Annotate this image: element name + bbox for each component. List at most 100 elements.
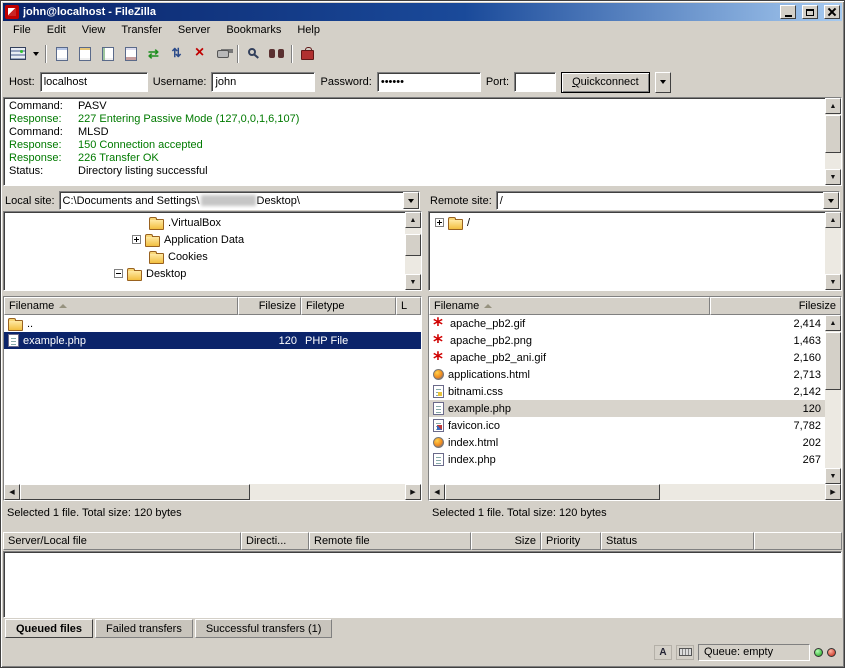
splitter-horizontal[interactable] [3, 523, 842, 532]
file-row[interactable]: apache_pb2.gif2,414 [429, 315, 825, 332]
file-row-parent-dir[interactable]: .. [4, 315, 421, 332]
file-row[interactable]: applications.html2,713 [429, 366, 825, 383]
scroll-thumb[interactable] [825, 332, 841, 390]
quickconnect-button[interactable]: Quickconnect [561, 72, 650, 93]
scroll-right-arrow[interactable] [825, 484, 841, 500]
column-header-remote-file[interactable]: Remote file [309, 532, 471, 550]
remote-site-combo[interactable]: / [496, 191, 840, 210]
refresh-button[interactable] [142, 43, 165, 65]
local-list-hscrollbar[interactable] [4, 484, 421, 500]
menu-view[interactable]: View [74, 22, 114, 39]
close-button[interactable] [824, 5, 840, 19]
css-file-icon [433, 385, 444, 398]
local-tree-scrollbar[interactable] [405, 212, 421, 290]
scroll-thumb[interactable] [825, 115, 841, 153]
maximize-button[interactable] [802, 5, 818, 19]
local-site-dropdown-button[interactable] [403, 192, 419, 209]
scroll-up-arrow[interactable] [825, 315, 841, 331]
column-header-priority[interactable]: Priority [541, 532, 601, 550]
open-site-manager-button[interactable] [296, 43, 319, 65]
password-input[interactable] [377, 72, 481, 92]
file-row[interactable]: apache_pb2.png1,463 [429, 332, 825, 349]
cancel-icon [195, 47, 204, 60]
log-scrollbar[interactable] [825, 98, 841, 185]
column-header-last-modified[interactable]: L [396, 297, 421, 315]
file-row-example-php[interactable]: example.php120 [429, 400, 825, 417]
column-header-filesize[interactable]: Filesize [238, 297, 301, 315]
username-input[interactable] [211, 72, 315, 92]
tree-item-virtualbox[interactable]: .VirtualBox [4, 214, 405, 231]
site-manager-dropdown-button[interactable] [29, 43, 42, 65]
file-size: 267 [710, 451, 825, 468]
scroll-down-arrow[interactable] [825, 468, 841, 484]
expand-plus-icon[interactable] [435, 218, 444, 227]
transfer-type-indicator[interactable]: A [654, 645, 672, 660]
column-label: Remote file [314, 535, 370, 547]
scroll-thumb[interactable] [405, 234, 421, 256]
remote-list-scrollbar[interactable] [825, 315, 841, 484]
minimize-button[interactable] [780, 5, 796, 19]
quickconnect-dropdown-button[interactable] [655, 72, 671, 93]
tab-successful-transfers[interactable]: Successful transfers (1) [195, 619, 333, 638]
toggle-queue-button[interactable] [119, 43, 142, 65]
file-row[interactable]: apache_pb2_ani.gif2,160 [429, 349, 825, 366]
scroll-up-arrow[interactable] [825, 98, 841, 114]
tab-queued-files[interactable]: Queued files [5, 619, 93, 638]
scroll-thumb[interactable] [20, 484, 250, 500]
toggle-remote-tree-button[interactable] [96, 43, 119, 65]
expand-plus-icon[interactable] [132, 235, 141, 244]
remote-list-hscrollbar[interactable] [429, 484, 841, 500]
toggle-local-tree-button[interactable] [73, 43, 96, 65]
disconnect-button[interactable] [211, 43, 234, 65]
column-header-filename[interactable]: Filename [4, 297, 238, 315]
column-header-size[interactable]: Size [471, 532, 541, 550]
remote-site-dropdown-button[interactable] [823, 192, 839, 209]
site-manager-button[interactable] [6, 43, 29, 65]
collapse-minus-icon[interactable] [114, 269, 123, 278]
scroll-left-arrow[interactable] [4, 484, 20, 500]
menu-file[interactable]: File [5, 22, 39, 39]
column-header-status[interactable]: Status [601, 532, 754, 550]
tab-failed-transfers[interactable]: Failed transfers [95, 619, 193, 638]
toggle-message-log-button[interactable] [50, 43, 73, 65]
port-input[interactable] [514, 72, 556, 92]
scroll-thumb[interactable] [445, 484, 660, 500]
remote-tree-scrollbar[interactable] [825, 212, 841, 290]
tree-item-application-data[interactable]: Application Data [4, 231, 405, 248]
menu-server[interactable]: Server [170, 22, 218, 39]
file-row-example-php[interactable]: example.php 120 PHP File [4, 332, 421, 349]
tree-item-desktop[interactable]: Desktop [4, 265, 405, 282]
file-row[interactable]: bitnami.css2,142 [429, 383, 825, 400]
chevron-down-icon [408, 199, 414, 203]
scroll-up-arrow[interactable] [825, 212, 841, 228]
find-files-button[interactable] [265, 43, 288, 65]
remote-tree-icon [102, 47, 114, 61]
file-row[interactable]: favicon.ico7,782 [429, 417, 825, 434]
menu-edit[interactable]: Edit [39, 22, 74, 39]
tree-item-root[interactable]: / [429, 214, 825, 231]
file-row[interactable]: index.php267 [429, 451, 825, 468]
scroll-down-arrow[interactable] [825, 274, 841, 290]
tree-item-label: .VirtualBox [168, 217, 221, 229]
menu-help[interactable]: Help [289, 22, 328, 39]
scroll-left-arrow[interactable] [429, 484, 445, 500]
cancel-transfer-button[interactable] [188, 43, 211, 65]
scroll-up-arrow[interactable] [405, 212, 421, 228]
menu-transfer[interactable]: Transfer [113, 22, 170, 39]
scroll-down-arrow[interactable] [825, 169, 841, 185]
menu-bookmarks[interactable]: Bookmarks [218, 22, 289, 39]
column-header-server-local-file[interactable]: Server/Local file [3, 532, 241, 550]
local-site-combo[interactable]: C:\Documents and Settings\Desktop\ [59, 191, 420, 210]
column-header-filetype[interactable]: Filetype [301, 297, 396, 315]
directory-compare-button[interactable] [242, 43, 265, 65]
column-header-filesize[interactable]: Filesize [710, 297, 841, 315]
file-row[interactable]: index.html202 [429, 434, 825, 451]
scroll-down-arrow[interactable] [405, 274, 421, 290]
process-queue-button[interactable] [165, 43, 188, 65]
scroll-right-arrow[interactable] [405, 484, 421, 500]
tree-item-cookies[interactable]: Cookies [4, 248, 405, 265]
encryption-indicator[interactable] [676, 645, 694, 660]
host-input[interactable] [40, 72, 148, 92]
column-header-filename[interactable]: Filename [429, 297, 710, 315]
column-header-direction[interactable]: Directi... [241, 532, 309, 550]
